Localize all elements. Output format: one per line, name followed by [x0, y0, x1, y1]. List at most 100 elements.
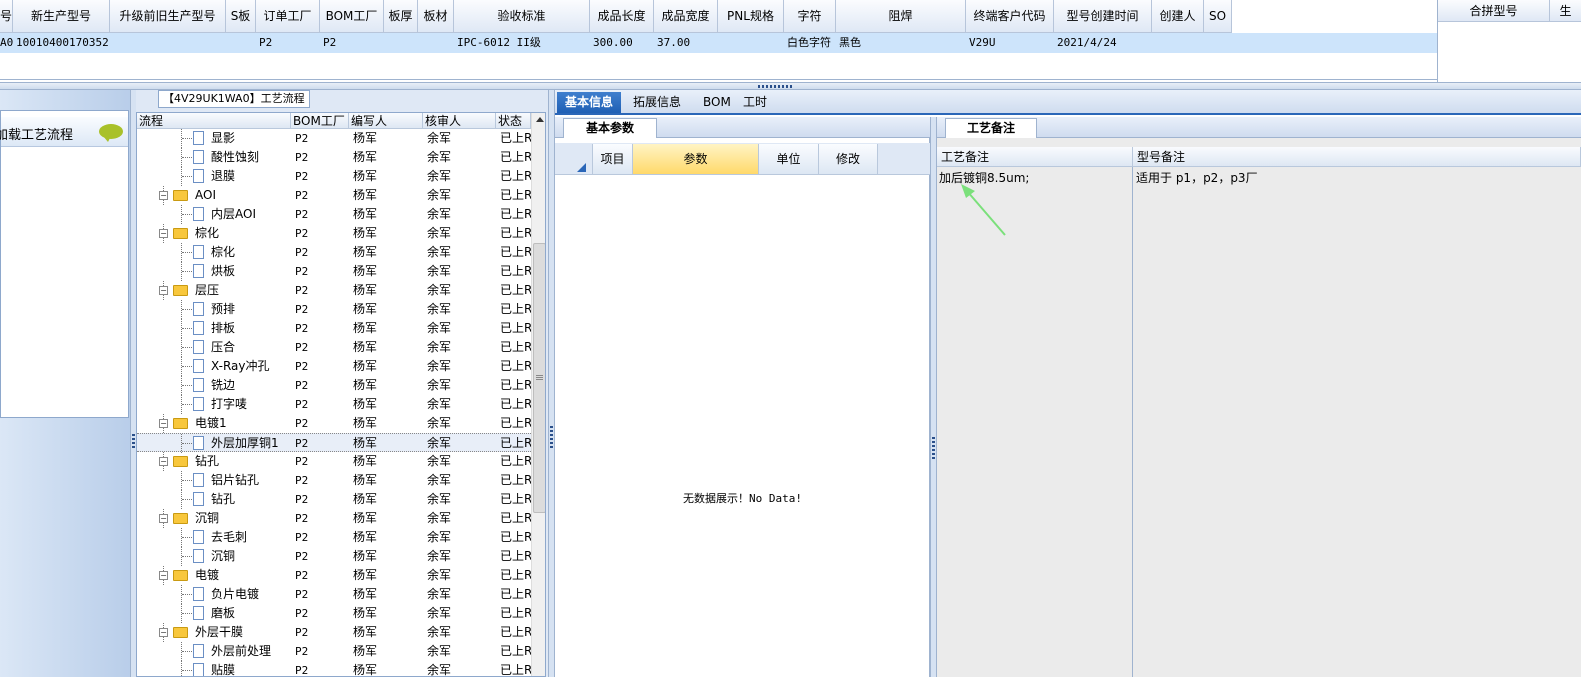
- col-unit[interactable]: 单位: [758, 144, 818, 174]
- column-header[interactable]: 订单工厂: [256, 0, 320, 33]
- tab-work-hours[interactable]: 工时: [735, 92, 773, 113]
- column-header[interactable]: 终端客户代码: [966, 0, 1054, 33]
- tree-row[interactable]: 内层AOI P2 杨军 余军 已上R: [137, 205, 532, 224]
- tree-row[interactable]: 外层前处理 P2 杨军 余军 已上R: [137, 642, 532, 661]
- tree-row[interactable]: 酸性蚀刻 P2 杨军 余军 已上R: [137, 148, 532, 167]
- table-cell[interactable]: 白色字符: [784, 33, 836, 53]
- column-header[interactable]: 型号创建时间: [1054, 0, 1152, 33]
- tree-row[interactable]: − AOI P2 杨军 余军 已上R: [137, 186, 532, 205]
- column-header[interactable]: 阻焊: [836, 0, 966, 33]
- tab-extended-info[interactable]: 拓展信息: [625, 92, 691, 113]
- table-cell[interactable]: 2021/4/24: [1054, 33, 1152, 53]
- tree-row[interactable]: 负片电镀 P2 杨军 余军 已上R: [137, 585, 532, 604]
- tree-row[interactable]: 排板 P2 杨军 余军 已上R: [137, 319, 532, 338]
- tree-col-header[interactable]: BOM工厂: [291, 113, 349, 129]
- horizontal-splitter[interactable]: [0, 82, 1581, 90]
- tree-row[interactable]: 外层加厚铜1 P2 杨军 余军 已上R: [137, 433, 532, 453]
- collapse-icon[interactable]: −: [159, 571, 168, 580]
- col-modify[interactable]: 修改: [818, 144, 878, 174]
- column-header[interactable]: 字符: [784, 0, 836, 33]
- col-process-note[interactable]: 工艺备注: [937, 147, 1133, 167]
- table-cell[interactable]: 黑色: [836, 33, 966, 53]
- table-cell[interactable]: [384, 33, 418, 53]
- table-cell[interactable]: [226, 33, 256, 53]
- table-cell[interactable]: [418, 33, 454, 53]
- merge-model-header[interactable]: 合拼型号: [1438, 0, 1550, 22]
- column-header[interactable]: SO: [1204, 0, 1232, 33]
- table-cell[interactable]: P2: [256, 33, 320, 53]
- col-item[interactable]: 项目: [592, 144, 632, 174]
- table-cell[interactable]: [718, 33, 784, 53]
- column-header[interactable]: PNL规格: [718, 0, 784, 33]
- tree-row[interactable]: 打字唛 P2 杨军 余军 已上R: [137, 395, 532, 414]
- table-cell[interactable]: IPC-6012 II级: [454, 33, 590, 53]
- tree-row[interactable]: 显影 P2 杨军 余军 已上R: [137, 129, 532, 148]
- collapse-icon[interactable]: −: [159, 229, 168, 238]
- tree-row[interactable]: 退膜 P2 杨军 余军 已上R: [137, 167, 532, 186]
- tree-row[interactable]: 去毛刺 P2 杨军 余军 已上R: [137, 528, 532, 547]
- process-notes-tab[interactable]: 工艺备注: [945, 118, 1037, 138]
- tree-row[interactable]: − 沉铜 P2 杨军 余军 已上R: [137, 509, 532, 528]
- table-cell[interactable]: V29U: [966, 33, 1054, 53]
- collapse-icon[interactable]: −: [159, 419, 168, 428]
- table-cell[interactable]: A0: [0, 33, 13, 53]
- tab-basic-info[interactable]: 基本信息: [557, 92, 621, 113]
- scroll-up-icon[interactable]: [536, 117, 544, 122]
- table-cell[interactable]: P2: [320, 33, 384, 53]
- basic-params-tab[interactable]: 基本参数: [563, 118, 657, 138]
- table-cell[interactable]: 10010400170352: [13, 33, 110, 53]
- column-header[interactable]: 板厚: [384, 0, 418, 33]
- col-param[interactable]: 参数: [632, 144, 758, 174]
- collapse-icon[interactable]: −: [159, 191, 168, 200]
- column-header[interactable]: 创建人: [1152, 0, 1204, 33]
- tree-row[interactable]: 预排 P2 杨军 余军 已上R: [137, 300, 532, 319]
- table-cell[interactable]: [1152, 33, 1204, 53]
- vertical-splitter-mid[interactable]: [548, 90, 555, 677]
- column-header[interactable]: 新生产型号: [13, 0, 110, 33]
- column-header[interactable]: 号: [0, 0, 13, 33]
- tree-row[interactable]: − 电镀 P2 杨军 余军 已上R: [137, 566, 532, 585]
- tree-row[interactable]: 沉铜 P2 杨军 余军 已上R: [137, 547, 532, 566]
- table-cell[interactable]: [110, 33, 226, 53]
- tree-row[interactable]: 铝片钻孔 P2 杨军 余军 已上R: [137, 471, 532, 490]
- column-header[interactable]: 升级前旧生产型号: [110, 0, 226, 33]
- tree-row[interactable]: 磨板 P2 杨军 余军 已上R: [137, 604, 532, 623]
- tree-col-header[interactable]: 核审人: [423, 113, 496, 129]
- tree-row[interactable]: − 钻孔 P2 杨军 余军 已上R: [137, 452, 532, 471]
- tree-row[interactable]: 棕化 P2 杨军 余军 已上R: [137, 243, 532, 262]
- tree-row[interactable]: − 电镀1 P2 杨军 余军 已上R: [137, 414, 532, 433]
- column-header[interactable]: S板: [226, 0, 256, 33]
- tree-col-header[interactable]: 编写人: [349, 113, 423, 129]
- tree-row[interactable]: X-Ray冲孔 P2 杨军 余军 已上R: [137, 357, 532, 376]
- merge-model-header-2[interactable]: 生: [1550, 0, 1581, 22]
- tree-row[interactable]: − 棕化 P2 杨军 余军 已上R: [137, 224, 532, 243]
- tree-col-header[interactable]: 流程: [137, 113, 291, 129]
- tree-col-header[interactable]: 状态: [496, 113, 531, 129]
- column-header[interactable]: BOM工厂: [320, 0, 384, 33]
- tree-scrollbar[interactable]: [531, 113, 545, 676]
- scroll-thumb[interactable]: [533, 243, 545, 513]
- table-row[interactable]: A0 10010400170352 P2 P2 IPC-6012 II级 300.00 37…: [0, 33, 1437, 53]
- tree-row[interactable]: 烘板 P2 杨军 余军 已上R: [137, 262, 532, 281]
- tree-row[interactable]: 铣边 P2 杨军 余军 已上R: [137, 376, 532, 395]
- tab-bom[interactable]: BOM: [695, 92, 731, 113]
- collapse-icon[interactable]: −: [159, 628, 168, 637]
- column-header[interactable]: 验收标准: [454, 0, 590, 33]
- table-cell[interactable]: 300.00: [590, 33, 654, 53]
- vertical-splitter-right[interactable]: [930, 117, 937, 677]
- tree-row[interactable]: − 外层干膜 P2 杨军 余军 已上R: [137, 623, 532, 642]
- collapse-icon[interactable]: −: [159, 286, 168, 295]
- collapse-icon[interactable]: −: [159, 514, 168, 523]
- collapse-icon[interactable]: −: [159, 457, 168, 466]
- model-note-value[interactable]: 适用于 p1，p2，p3厂: [1136, 169, 1576, 186]
- tree-row[interactable]: 贴膜 P2 杨军 余军 已上R: [137, 661, 532, 676]
- table-cell[interactable]: 37.00: [654, 33, 718, 53]
- table-cell[interactable]: [1204, 33, 1232, 53]
- column-header[interactable]: 板材: [418, 0, 454, 33]
- tree-row[interactable]: 压合 P2 杨军 余军 已上R: [137, 338, 532, 357]
- tree-row[interactable]: − 层压 P2 杨军 余军 已上R: [137, 281, 532, 300]
- column-header[interactable]: 成品宽度: [654, 0, 718, 33]
- tree-row[interactable]: 钻孔 P2 杨军 余军 已上R: [137, 490, 532, 509]
- load-process-button[interactable]: 加载工艺流程: [0, 117, 128, 147]
- col-model-note[interactable]: 型号备注: [1133, 147, 1581, 167]
